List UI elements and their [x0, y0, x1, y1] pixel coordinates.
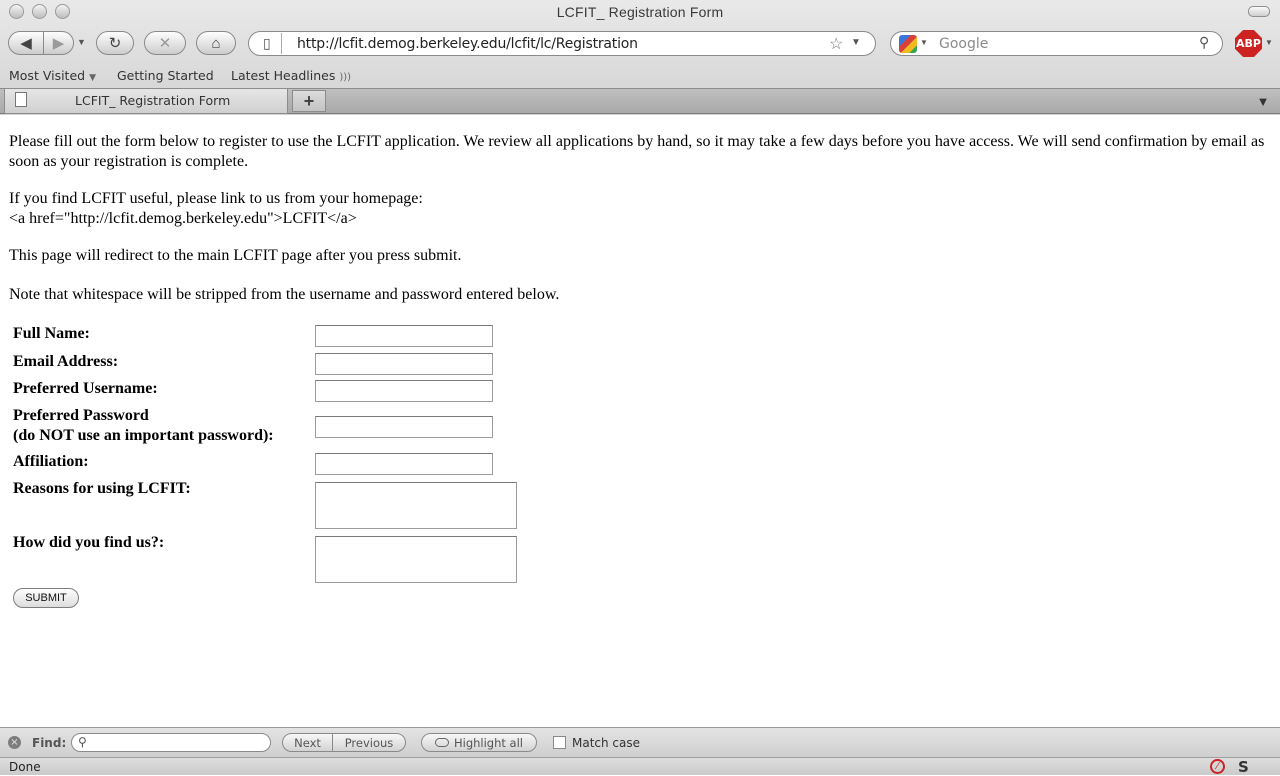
password-field[interactable]	[315, 416, 493, 438]
full-name-field[interactable]	[315, 325, 493, 347]
intro-paragraph: Please fill out the form below to regist…	[9, 133, 1265, 170]
tab-list-icon: ▼	[1256, 93, 1270, 109]
url-text[interactable]: http://lcfit.demog.berkeley.edu/lcfit/lc…	[297, 36, 638, 52]
match-case-label: Match case	[572, 736, 641, 750]
password-label: Preferred Password (do NOT use an import…	[13, 406, 274, 446]
bookmark-getting-started[interactable]: Getting Started	[117, 68, 214, 83]
stop-button[interactable]: ✕	[144, 31, 186, 55]
adblock-dropdown-icon[interactable]: ▼	[1265, 38, 1273, 47]
find-previous-button[interactable]: Previous	[332, 733, 406, 752]
whitespace-note: Note that whitespace will be stripped fr…	[9, 286, 560, 303]
find-bar: × Find: ⚲ Next Previous Highlight all Ma…	[0, 727, 1280, 757]
stop-icon: ✕	[158, 35, 172, 52]
reasons-textarea[interactable]	[315, 482, 517, 529]
s-extension-icon[interactable]: S	[1238, 758, 1249, 776]
search-icon: ⚲	[78, 735, 87, 749]
search-icon[interactable]: ⚲	[1199, 34, 1209, 51]
affiliation-field[interactable]	[315, 453, 493, 475]
find-next-button[interactable]: Next	[282, 733, 333, 752]
close-icon[interactable]: ×	[8, 736, 21, 749]
redirect-note: This page will redirect to the main LCFI…	[9, 247, 462, 264]
bookmarks-toolbar: Most Visited ▼ Getting Started Latest He…	[0, 66, 1280, 86]
email-label: Email Address:	[13, 353, 119, 370]
forward-icon: ▶	[52, 35, 65, 52]
bookmark-latest-headlines[interactable]: Latest Headlines )))	[231, 68, 351, 83]
highlight-all-label: Highlight all	[453, 735, 523, 750]
search-input[interactable]: Google	[939, 36, 988, 52]
toolbar-toggle-button[interactable]	[1248, 6, 1270, 17]
reasons-label: Reasons for using LCFIT:	[13, 480, 191, 497]
history-dropdown-icon[interactable]: ▼	[77, 37, 86, 47]
submit-button[interactable]: SUBMIT	[13, 588, 79, 608]
find-input[interactable]: ⚲	[71, 733, 271, 752]
url-bar[interactable]: ▯ http://lcfit.demog.berkeley.edu/lcfit/…	[248, 31, 876, 56]
search-engine-dropdown-icon[interactable]: ▼	[920, 38, 928, 47]
tab-list-button[interactable]: ▼	[1250, 90, 1276, 112]
link-instructions: If you find LCFIT useful, please link to…	[9, 190, 423, 207]
title-bar: LCFIT_ Registration Form	[0, 0, 1280, 24]
password-label-line1: Preferred Password	[13, 407, 149, 424]
window-title: LCFIT_ Registration Form	[556, 4, 724, 20]
tab-active[interactable]: LCFIT_ Registration Form	[4, 89, 288, 114]
home-button[interactable]: ⌂	[196, 31, 236, 55]
search-bar[interactable]: ▼ Google ⚲	[890, 31, 1223, 56]
rss-feed-icon: )))	[339, 72, 352, 83]
browser-chrome: LCFIT_ Registration Form ◀ ▶ ▼ ↻ ✕ ⌂ ▯ h…	[0, 0, 1280, 115]
username-field[interactable]	[315, 380, 493, 402]
status-bar: Done ⁄ S	[0, 757, 1280, 776]
page-icon: ▯	[263, 35, 271, 51]
adblock-button[interactable]: ABP	[1235, 30, 1262, 57]
highlight-all-button[interactable]: Highlight all	[421, 733, 537, 752]
found-us-label: How did you find us?:	[13, 534, 165, 551]
status-text: Done	[9, 760, 41, 774]
chevron-down-icon: ▼	[89, 73, 96, 83]
password-label-line2: (do NOT use an important password):	[13, 427, 274, 444]
found-us-textarea[interactable]	[315, 536, 517, 583]
back-icon: ◀	[20, 35, 32, 52]
forward-button[interactable]: ▶	[43, 31, 74, 55]
reload-icon: ↻	[108, 35, 122, 52]
highlight-icon	[434, 738, 449, 747]
email-field[interactable]	[315, 353, 493, 375]
page-icon	[15, 92, 27, 107]
bookmark-star-icon[interactable]: ☆	[829, 34, 843, 54]
tab-label: LCFIT_ Registration Form	[75, 93, 231, 108]
back-button[interactable]: ◀	[8, 31, 44, 55]
reload-button[interactable]: ↻	[96, 31, 134, 55]
noscript-icon[interactable]: ⁄	[1210, 759, 1225, 774]
bookmark-most-visited[interactable]: Most Visited ▼	[9, 68, 96, 83]
url-dropdown-icon[interactable]: ▼	[851, 37, 861, 48]
navigation-toolbar: ◀ ▶ ▼ ↻ ✕ ⌂ ▯ http://lcfit.demog.berkele…	[0, 28, 1280, 60]
username-label: Preferred Username:	[13, 380, 158, 397]
new-tab-button[interactable]: +	[292, 90, 326, 112]
match-case-checkbox[interactable]	[553, 736, 566, 749]
page-content: Please fill out the form below to regist…	[0, 116, 1280, 726]
find-label: Find:	[32, 736, 67, 750]
full-name-label: Full Name:	[13, 325, 90, 342]
home-icon: ⌂	[211, 34, 221, 52]
google-icon[interactable]	[899, 35, 917, 53]
tab-strip: LCFIT_ Registration Form + ▼	[0, 88, 1280, 114]
affiliation-label: Affiliation:	[13, 453, 89, 470]
link-snippet: <a href="http://lcfit.demog.berkeley.edu…	[9, 210, 357, 227]
url-divider	[281, 33, 282, 54]
